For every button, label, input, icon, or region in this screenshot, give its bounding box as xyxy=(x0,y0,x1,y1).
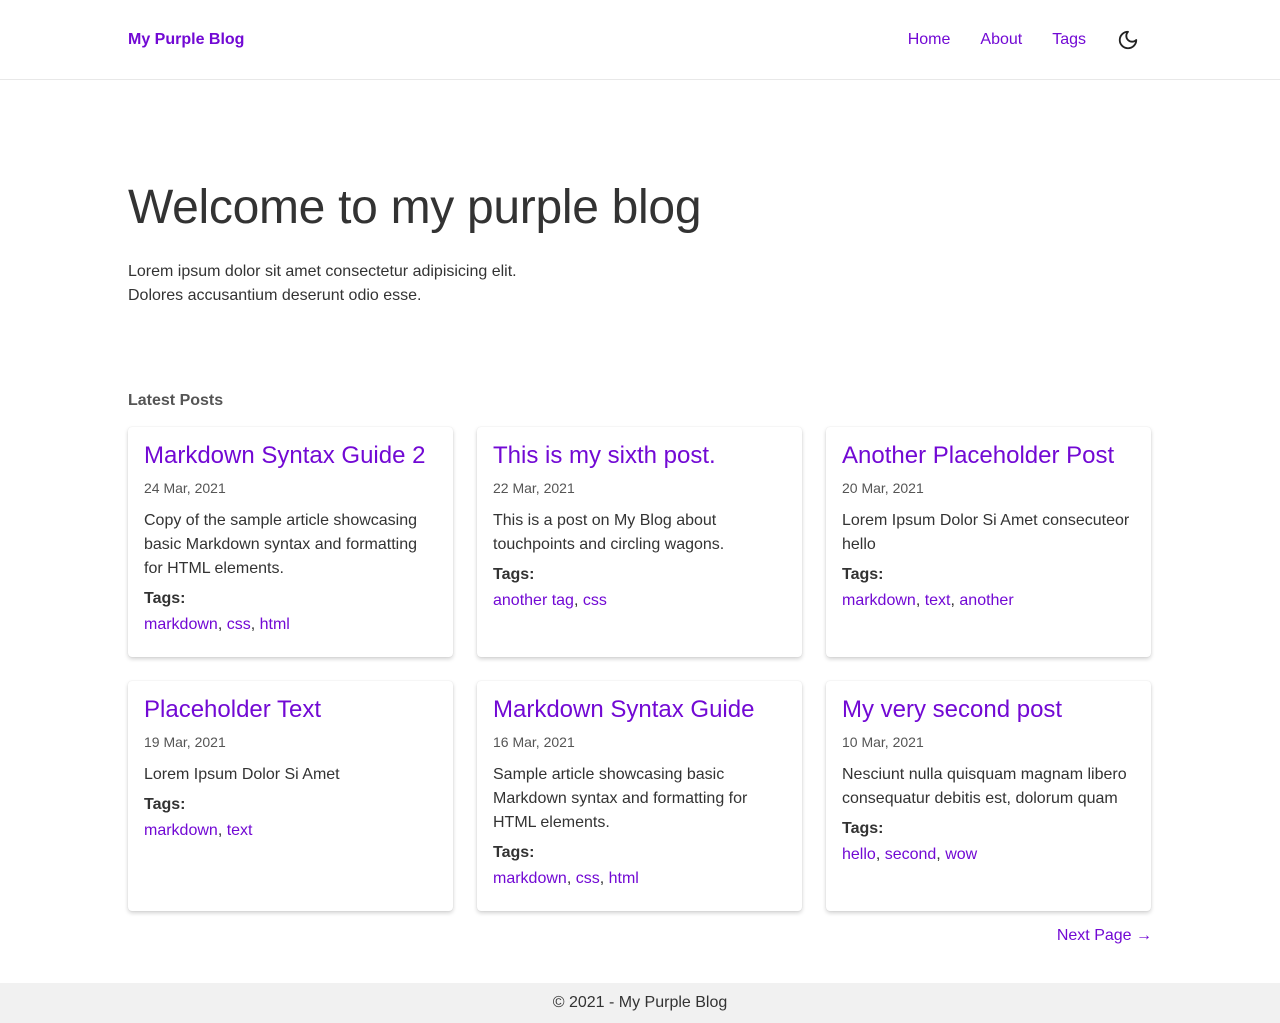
tag-separator: , xyxy=(915,592,925,609)
post-date: 10 Mar, 2021 xyxy=(842,734,924,750)
tag-separator: , xyxy=(217,822,227,839)
tag-link[interactable]: text xyxy=(925,592,951,609)
tag-separator: , xyxy=(936,846,946,863)
post-title-link[interactable]: Markdown Syntax Guide xyxy=(493,695,786,725)
tag-link[interactable]: second xyxy=(885,846,937,863)
tag-link[interactable]: css xyxy=(576,870,600,887)
post-card: This is my sixth post. 22 Mar, 2021 This i… xyxy=(477,427,802,657)
post-summary: This is a post on My Blog about touchpoi… xyxy=(493,512,725,553)
post-card: Markdown Syntax Guide 2 24 Mar, 2021 Copy … xyxy=(128,427,453,657)
post-card: Another Placeholder Post 20 Mar, 2021 Lore… xyxy=(826,427,1151,657)
nav-home[interactable]: Home xyxy=(908,31,951,49)
post-tags-label: Tags: xyxy=(144,590,186,607)
post-date: 20 Mar, 2021 xyxy=(842,480,924,496)
next-page-link[interactable]: Next Page → xyxy=(1057,927,1152,944)
site-header: My Purple Blog Home About Tags xyxy=(0,0,1280,80)
post-card: Markdown Syntax Guide 16 Mar, 2021 Sample … xyxy=(477,681,802,911)
header-inner: My Purple Blog Home About Tags xyxy=(128,0,1152,79)
tag-separator: , xyxy=(875,846,885,863)
moon-icon xyxy=(1118,30,1138,49)
post-title-link[interactable]: Another Placeholder Post xyxy=(842,441,1135,471)
tag-link[interactable]: markdown xyxy=(144,822,218,839)
post-summary: Copy of the sample article showcasing ba… xyxy=(144,512,418,577)
tag-link[interactable]: css xyxy=(583,592,607,609)
site-footer: © 2021 - My Purple Blog xyxy=(0,983,1280,1023)
hero-description-line-2: Dolores accusantium deserunt odio esse. xyxy=(128,287,422,304)
post-date: 22 Mar, 2021 xyxy=(493,480,575,496)
tag-link[interactable]: markdown xyxy=(493,870,567,887)
tag-separator: , xyxy=(217,616,227,633)
latest-posts-heading: Latest Posts xyxy=(128,392,224,409)
post-date: 19 Mar, 2021 xyxy=(144,734,226,750)
post-summary: Lorem Ipsum Dolor Si Amet xyxy=(144,766,340,783)
post-tags-list: hello, second, wow xyxy=(842,845,1135,865)
tag-link[interactable]: another tag xyxy=(493,592,574,609)
tag-separator: , xyxy=(599,870,609,887)
tag-link[interactable]: html xyxy=(609,870,639,887)
post-tags-list: another tag, css xyxy=(493,591,786,611)
tag-link[interactable]: html xyxy=(260,616,290,633)
post-summary: Nesciunt nulla quisquam magnam libero co… xyxy=(842,766,1127,807)
nav-about[interactable]: About xyxy=(980,31,1022,49)
post-tags-label: Tags: xyxy=(493,566,535,583)
post-tags-list: markdown, text, another xyxy=(842,591,1135,611)
tag-separator: , xyxy=(573,592,583,609)
pagination: Next Page → xyxy=(128,927,1152,947)
main-nav: Home About Tags xyxy=(908,28,1152,52)
hero-section: Welcome to my purple blog Lorem ipsum do… xyxy=(128,80,1152,308)
post-title-link[interactable]: This is my sixth post. xyxy=(493,441,786,471)
post-tags-label: Tags: xyxy=(144,796,186,813)
tag-separator: , xyxy=(250,616,260,633)
post-title-link[interactable]: My very second post xyxy=(842,695,1135,725)
post-card: My very second post 10 Mar, 2021 Nesciunt … xyxy=(826,681,1151,911)
posts-grid: Markdown Syntax Guide 2 24 Mar, 2021 Copy … xyxy=(128,427,1152,911)
theme-toggle-button[interactable] xyxy=(1116,28,1140,52)
tag-link[interactable]: another xyxy=(959,592,1013,609)
footer-copyright: © 2021 - My Purple Blog xyxy=(552,994,728,1011)
post-date: 16 Mar, 2021 xyxy=(493,734,575,750)
post-summary: Sample article showcasing basic Markdown… xyxy=(493,766,748,831)
post-summary: Lorem Ipsum Dolor Si Amet consecuteor he… xyxy=(842,512,1130,553)
tag-link[interactable]: markdown xyxy=(842,592,916,609)
post-title-link[interactable]: Markdown Syntax Guide 2 xyxy=(144,441,437,471)
post-tags-label: Tags: xyxy=(842,566,884,583)
post-tags-list: markdown, text xyxy=(144,821,437,841)
hero-description: Lorem ipsum dolor sit amet consectetur a… xyxy=(128,260,1152,308)
post-tags-list: markdown, css, html xyxy=(144,615,437,635)
main-content: Welcome to my purple blog Lorem ipsum do… xyxy=(128,80,1152,947)
tag-link[interactable]: text xyxy=(227,822,253,839)
tag-link[interactable]: markdown xyxy=(144,616,218,633)
post-tags-list: markdown, css, html xyxy=(493,869,786,889)
hero-description-line-1: Lorem ipsum dolor sit amet consectetur a… xyxy=(128,263,517,280)
post-card: Placeholder Text 19 Mar, 2021 Lorem Ipsum … xyxy=(128,681,453,911)
post-date: 24 Mar, 2021 xyxy=(144,480,226,496)
post-tags-label: Tags: xyxy=(493,844,535,861)
tag-link[interactable]: wow xyxy=(945,846,977,863)
tag-link[interactable]: hello xyxy=(842,846,876,863)
tag-link[interactable]: css xyxy=(227,616,251,633)
post-tags-label: Tags: xyxy=(842,820,884,837)
tag-separator: , xyxy=(566,870,576,887)
hero-title: Welcome to my purple blog xyxy=(128,181,702,234)
post-title-link[interactable]: Placeholder Text xyxy=(144,695,437,725)
brand-link[interactable]: My Purple Blog xyxy=(128,31,244,49)
nav-tags[interactable]: Tags xyxy=(1052,31,1086,49)
